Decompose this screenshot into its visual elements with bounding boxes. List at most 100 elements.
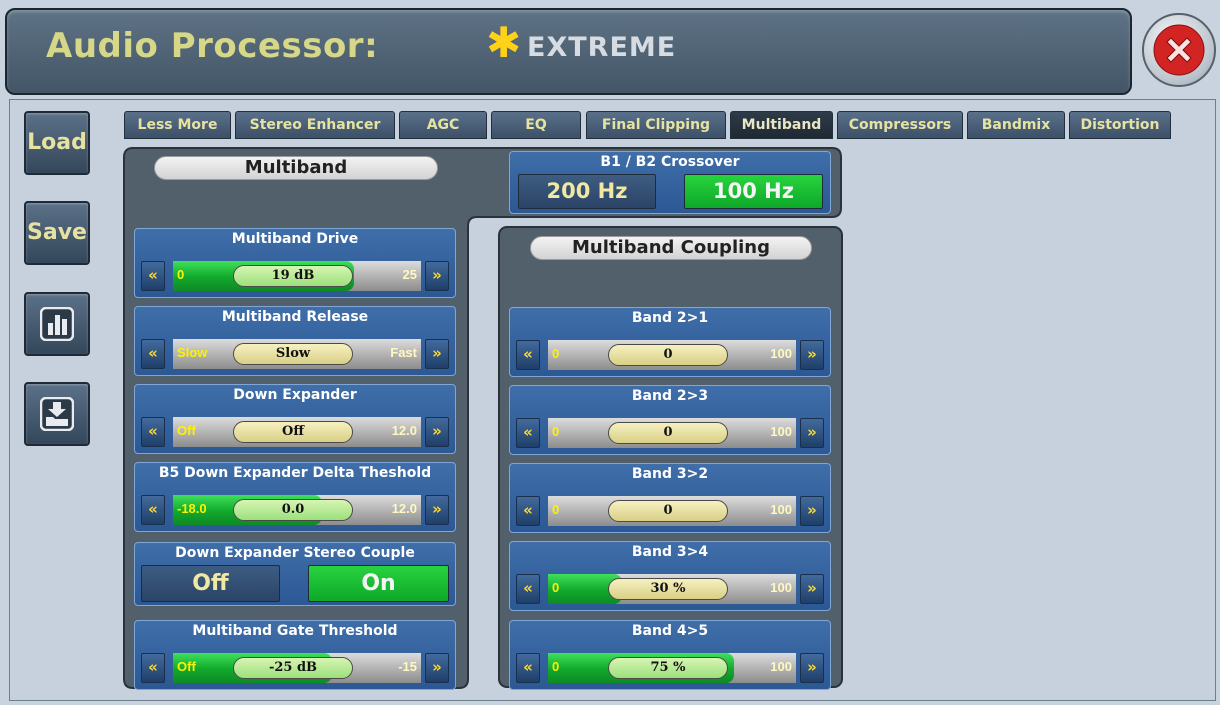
coupling-title: Multiband Coupling [530, 236, 812, 260]
band-3-2-control: Band 3>2 « 0 100 0 » [509, 463, 831, 533]
meters-button[interactable] [24, 292, 90, 356]
gate-threshold-increment-button[interactable]: » [425, 653, 449, 683]
band-2-3-max-label: 100 [770, 424, 792, 439]
stereo-couple-on-button[interactable]: On [308, 565, 449, 602]
down-expander-slider-track[interactable]: Off 12.0 Off [173, 417, 421, 447]
multiband-release-decrement-button[interactable]: « [141, 339, 165, 369]
band-4-5-slider-track[interactable]: 0 100 75 % [548, 653, 796, 683]
delta-threshold-decrement-button[interactable]: « [141, 495, 165, 525]
band-3-4-control: Band 3>4 « 0 100 30 % » [509, 541, 831, 611]
multiband-drive-increment-button[interactable]: » [425, 261, 449, 291]
band-3-4-max-label: 100 [770, 580, 792, 595]
gate-threshold-value: -25 dB [233, 657, 353, 679]
multiband-release-control: Multiband Release « Slow Fast Slow » [134, 306, 456, 376]
page-title: Audio Processor: [46, 26, 379, 66]
delta-threshold-min-label: -18.0 [177, 501, 207, 516]
import-button[interactable] [24, 382, 90, 446]
band-2-3-decrement-button[interactable]: « [516, 418, 540, 448]
band-3-2-slider-track[interactable]: 0 100 0 [548, 496, 796, 526]
band-3-4-min-label: 0 [552, 580, 560, 595]
band-4-5-min-label: 0 [552, 659, 560, 674]
band-2-1-value: 0 [608, 344, 728, 366]
crossover-200hz-button[interactable]: 200 Hz [518, 174, 656, 209]
band-2-3-value: 0 [608, 422, 728, 444]
tab-compressors[interactable]: Compressors [837, 111, 963, 139]
band-3-4-increment-button[interactable]: » [800, 574, 824, 604]
import-folder-icon [40, 397, 74, 431]
save-button[interactable]: Save [24, 201, 90, 265]
preset-name: EXTREME [527, 32, 677, 63]
down-expander-control: Down Expander « Off 12.0 Off » [134, 384, 456, 454]
stereo-couple-off-button[interactable]: Off [141, 565, 280, 602]
multiband-title: Multiband [154, 156, 438, 180]
tab-bandmix[interactable]: Bandmix [967, 111, 1065, 139]
multiband-drive-decrement-button[interactable]: « [141, 261, 165, 291]
band-4-5-max-label: 100 [770, 659, 792, 674]
delta-threshold-increment-button[interactable]: » [425, 495, 449, 525]
close-button[interactable] [1142, 13, 1216, 87]
coupling-panel [498, 226, 843, 688]
band-4-5-value: 75 % [608, 657, 728, 679]
crossover-label: B1 / B2 Crossover [600, 154, 740, 170]
tab-stereo-enhancer[interactable]: Stereo Enhancer [235, 111, 395, 139]
band-2-1-decrement-button[interactable]: « [516, 340, 540, 370]
multiband-drive-value: 19 dB [233, 265, 353, 287]
tab-eq[interactable]: EQ [491, 111, 581, 139]
tab-agc[interactable]: AGC [399, 111, 487, 139]
band-3-2-decrement-button[interactable]: « [516, 496, 540, 526]
crossover-100hz-button[interactable]: 100 Hz [684, 174, 823, 209]
multiband-release-min-label: Slow [177, 345, 208, 360]
tab-distortion[interactable]: Distortion [1069, 111, 1171, 139]
multiband-release-slider-track[interactable]: Slow Fast Slow [173, 339, 421, 369]
band-2-3-control: Band 2>3 « 0 100 0 » [509, 385, 831, 455]
band-4-5-control: Band 4>5 « 0 100 75 % » [509, 620, 831, 690]
band-3-2-increment-button[interactable]: » [800, 496, 824, 526]
delta-threshold-max-label: 12.0 [391, 501, 417, 516]
band-2-3-increment-button[interactable]: » [800, 418, 824, 448]
gate-threshold-decrement-button[interactable]: « [141, 653, 165, 683]
multiband-release-increment-button[interactable]: » [425, 339, 449, 369]
save-button-label: Save [27, 220, 87, 245]
preset-star-icon: ✱ [486, 18, 522, 67]
multiband-release-label: Multiband Release [221, 309, 369, 325]
gate-threshold-label: Multiband Gate Threshold [192, 623, 398, 639]
multiband-release-max-label: Fast [390, 345, 417, 360]
delta-threshold-value: 0.0 [233, 499, 353, 521]
tab-multiband[interactable]: Multiband [730, 111, 833, 139]
load-button-label: Load [27, 130, 87, 155]
bar-chart-icon [40, 307, 74, 341]
band-2-1-label: Band 2>1 [631, 310, 709, 326]
band-4-5-increment-button[interactable]: » [800, 653, 824, 683]
band-2-3-slider-track[interactable]: 0 100 0 [548, 418, 796, 448]
band-3-4-decrement-button[interactable]: « [516, 574, 540, 604]
tab-final-clipping[interactable]: Final Clipping [586, 111, 726, 139]
down-expander-increment-button[interactable]: » [425, 417, 449, 447]
gate-threshold-slider-track[interactable]: Off -15 -25 dB [173, 653, 421, 683]
multiband-release-value: Slow [233, 343, 353, 365]
band-2-1-control: Band 2>1 « 0 100 0 » [509, 307, 831, 377]
band-2-3-label: Band 2>3 [631, 388, 709, 404]
multiband-drive-max-label: 25 [402, 267, 417, 282]
band-3-2-label: Band 3>2 [631, 466, 709, 482]
load-button[interactable]: Load [24, 111, 90, 175]
multiband-drive-control: Multiband Drive « 0 25 19 dB » [134, 228, 456, 298]
tab-less-more[interactable]: Less More [124, 111, 231, 139]
delta-threshold-control: B5 Down Expander Delta Theshold « -18.0 12.… [134, 462, 456, 532]
band-2-1-max-label: 100 [770, 346, 792, 361]
stereo-couple-control: Down Expander Stereo Couple Off On [134, 542, 456, 606]
delta-threshold-label: B5 Down Expander Delta Theshold [158, 465, 432, 481]
band-3-4-slider-track[interactable]: 0 100 30 % [548, 574, 796, 604]
multiband-drive-slider-track[interactable]: 0 25 19 dB [173, 261, 421, 291]
gate-threshold-min-label: Off [177, 659, 196, 674]
stereo-couple-label: Down Expander Stereo Couple [175, 545, 415, 561]
band-4-5-decrement-button[interactable]: « [516, 653, 540, 683]
down-expander-decrement-button[interactable]: « [141, 417, 165, 447]
band-3-4-label: Band 3>4 [631, 544, 709, 560]
multiband-drive-label: Multiband Drive [231, 231, 359, 247]
delta-threshold-slider-track[interactable]: -18.0 12.0 0.0 [173, 495, 421, 525]
band-2-1-slider-track[interactable]: 0 100 0 [548, 340, 796, 370]
band-2-1-increment-button[interactable]: » [800, 340, 824, 370]
band-2-1-min-label: 0 [552, 346, 560, 361]
crossover-control: B1 / B2 Crossover 200 Hz 100 Hz [509, 151, 831, 214]
band-4-5-label: Band 4>5 [631, 623, 709, 639]
